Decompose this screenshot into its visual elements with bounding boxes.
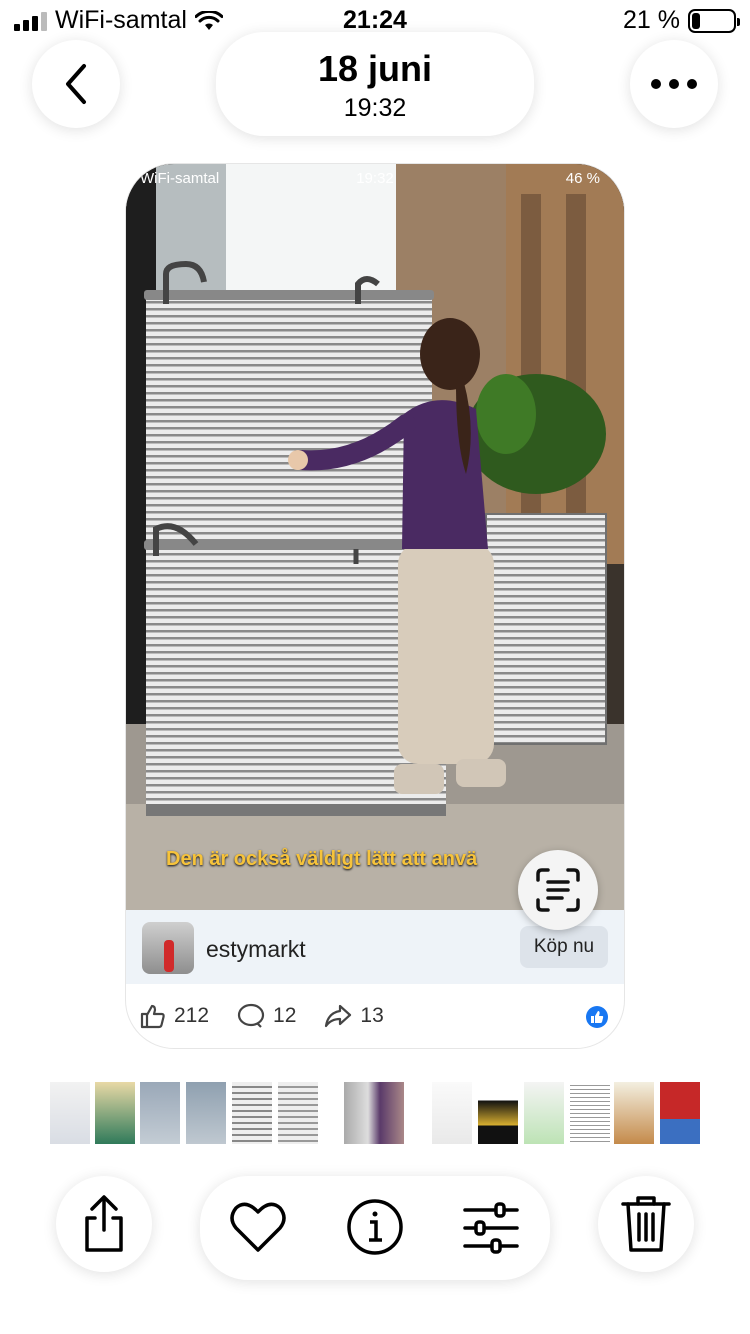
date-header: 18 juni 19:32 xyxy=(216,32,534,136)
info-icon xyxy=(347,1199,403,1255)
comments-count: 12 xyxy=(273,1004,297,1027)
thumbnail[interactable] xyxy=(524,1082,564,1144)
buy-now-button[interactable]: Köp nu xyxy=(520,926,608,968)
inner-clock: 19:32 xyxy=(356,170,394,187)
more-button[interactable] xyxy=(630,40,718,128)
thumbnail-strip[interactable] xyxy=(0,1079,750,1147)
post-stats: 212 12 13 xyxy=(126,984,624,1048)
video-frame: WiFi-samtal 19:32 46 % Den är också väld… xyxy=(126,164,624,910)
delete-button[interactable] xyxy=(598,1176,694,1272)
thumbs-up-icon xyxy=(140,1004,165,1029)
adjust-button[interactable] xyxy=(462,1202,520,1259)
share-button[interactable] xyxy=(56,1176,152,1272)
facebook-like-badge-icon xyxy=(586,1006,608,1028)
date-title: 18 juni xyxy=(317,48,433,89)
likes-stat[interactable]: 212 xyxy=(140,1003,209,1029)
thumbnail[interactable] xyxy=(570,1082,610,1144)
comment-icon xyxy=(237,1003,265,1028)
comments-stat[interactable]: 12 xyxy=(237,1003,296,1029)
thumbnail[interactable] xyxy=(432,1082,472,1144)
video-subtitle: Den är också väldigt lätt att anvä xyxy=(166,848,478,870)
thumbnail[interactable] xyxy=(232,1082,272,1144)
back-button[interactable] xyxy=(32,40,120,128)
share-icon xyxy=(85,1195,123,1252)
inner-battery: 46 % xyxy=(565,170,600,187)
photo-card[interactable]: WiFi-samtal 19:32 46 % Den är också väld… xyxy=(126,164,624,1048)
trash-icon xyxy=(621,1196,671,1252)
live-text-icon xyxy=(536,868,580,912)
thumbnail-selected[interactable] xyxy=(341,1079,407,1147)
thumbnail[interactable] xyxy=(186,1082,226,1144)
share-arrow-icon xyxy=(325,1004,352,1028)
thumbnail[interactable] xyxy=(478,1082,518,1144)
battery-percent: 21 % xyxy=(623,6,680,34)
time-subtitle: 19:32 xyxy=(343,94,407,122)
inner-status-bar: WiFi-samtal 19:32 46 % xyxy=(126,170,624,194)
info-button[interactable] xyxy=(346,1198,404,1261)
thumbnail[interactable] xyxy=(278,1082,318,1144)
battery-icon xyxy=(688,8,740,33)
shares-count: 13 xyxy=(360,1004,384,1027)
live-text-button[interactable] xyxy=(518,850,598,930)
favorite-button[interactable] xyxy=(230,1200,286,1259)
thumbnail[interactable] xyxy=(614,1082,654,1144)
action-toolbar xyxy=(200,1176,550,1280)
avatar[interactable] xyxy=(142,922,194,974)
sliders-icon xyxy=(463,1202,519,1254)
more-icon xyxy=(651,79,697,89)
thumbnail[interactable] xyxy=(50,1082,90,1144)
thumbnail[interactable] xyxy=(95,1082,135,1144)
likes-count: 212 xyxy=(174,1004,210,1027)
thumbnail[interactable] xyxy=(140,1082,180,1144)
shares-stat[interactable]: 13 xyxy=(324,1004,384,1028)
scene-image xyxy=(126,164,624,910)
account-name[interactable]: estymarkt xyxy=(206,936,306,963)
thumbnail[interactable] xyxy=(660,1082,700,1144)
chevron-left-icon xyxy=(66,64,86,104)
heart-icon xyxy=(230,1202,286,1252)
